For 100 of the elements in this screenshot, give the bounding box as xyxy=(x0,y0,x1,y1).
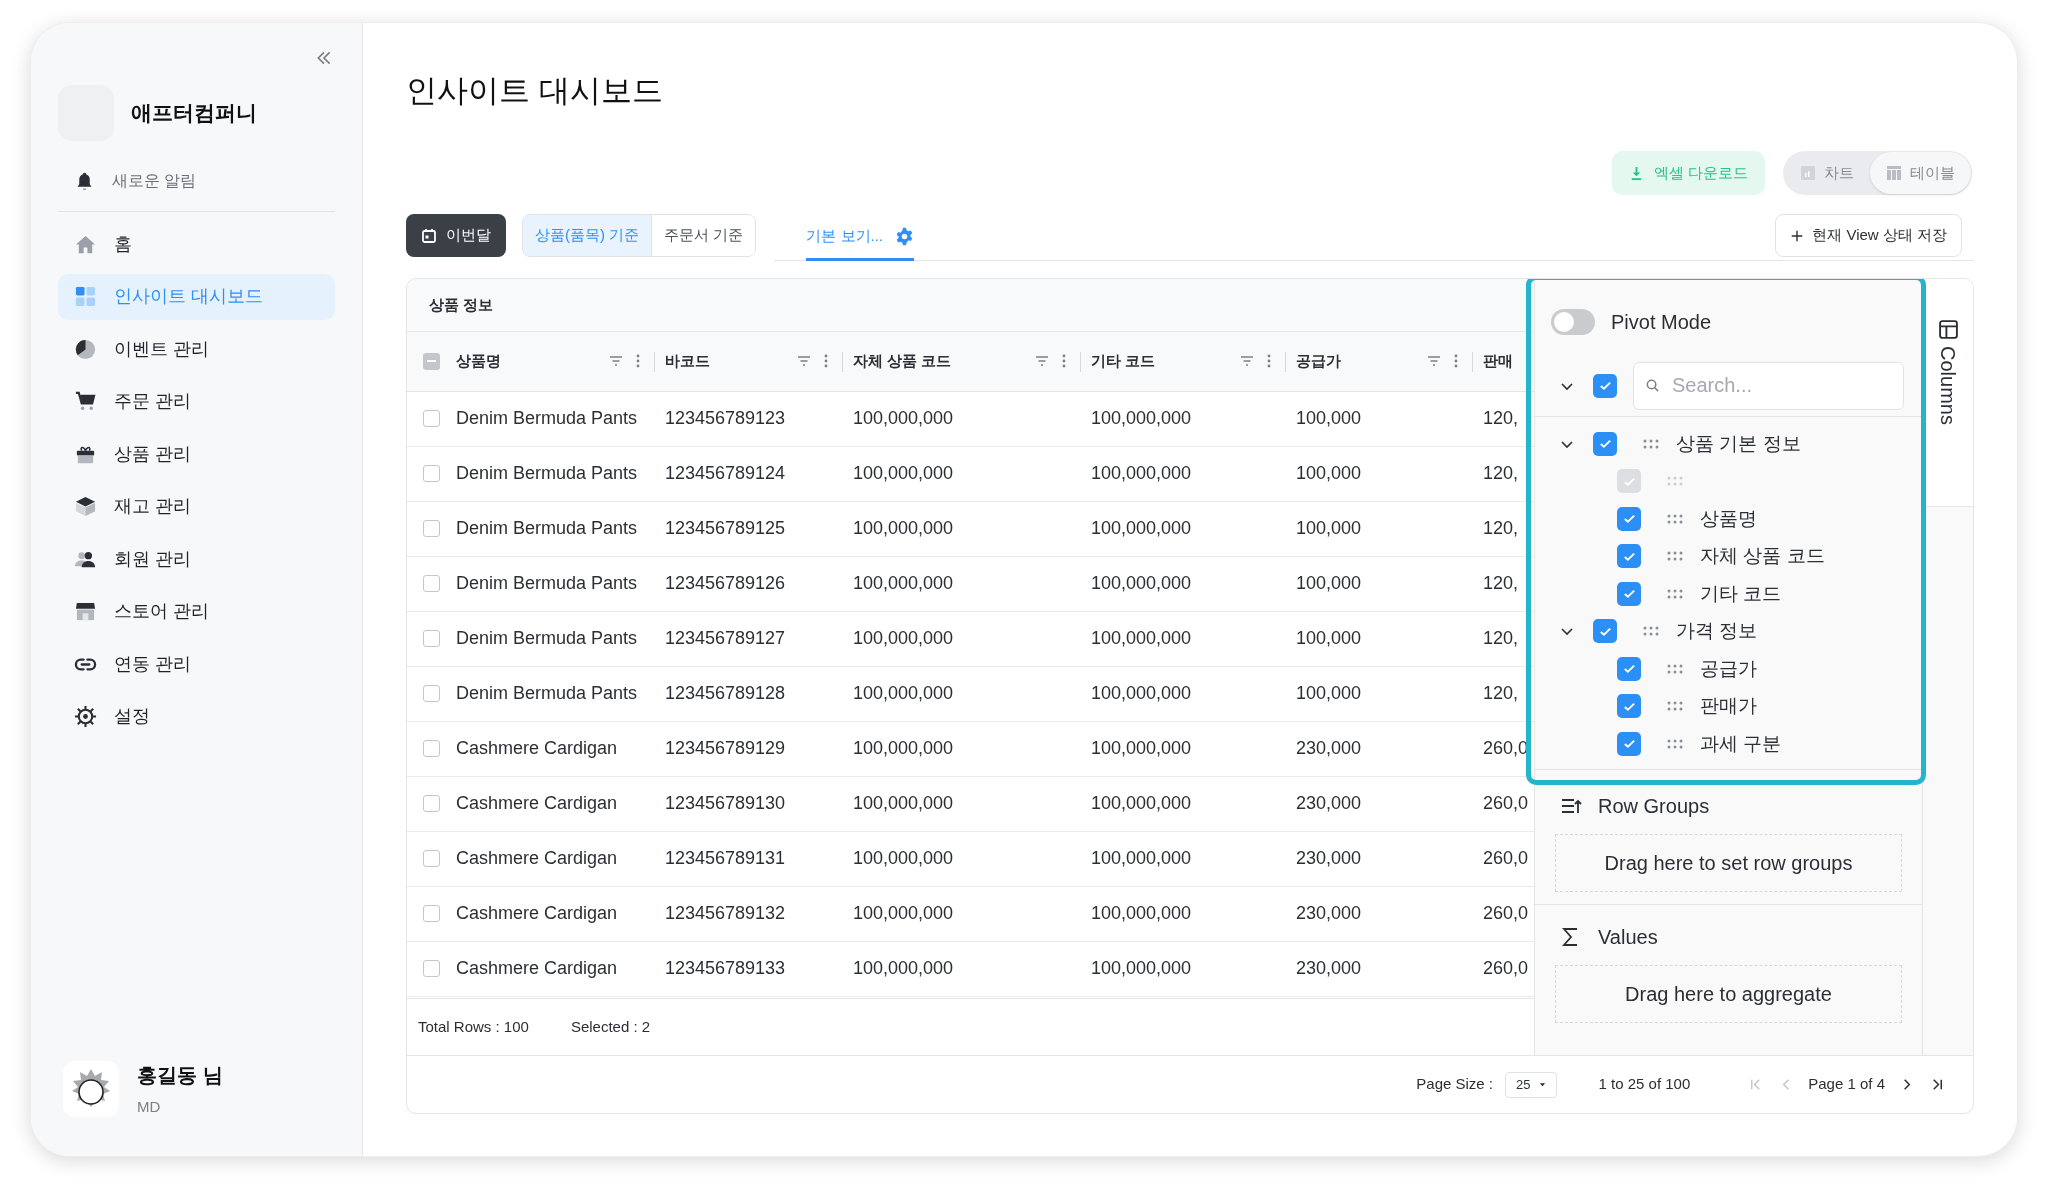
checkbox[interactable] xyxy=(1617,544,1641,569)
save-view-button[interactable]: 현재 View 상태 저장 xyxy=(1775,214,1962,257)
column-header[interactable]: 자체 상품 코드 xyxy=(853,350,952,373)
segment-option[interactable]: 주문서 기준 xyxy=(651,215,756,256)
drop-zone[interactable]: Drag here to aggregate xyxy=(1555,964,1902,1023)
table-icon xyxy=(1937,319,1959,340)
total-rows-label: Total Rows : 100 xyxy=(418,1016,529,1037)
drag-handle-icon[interactable] xyxy=(1667,738,1683,749)
more-icon[interactable] xyxy=(1454,353,1458,370)
table-cell-text: 100,000,000 xyxy=(853,792,954,816)
store-icon xyxy=(74,600,97,623)
table-cell-text: 123456789125 xyxy=(665,517,786,541)
more-icon[interactable] xyxy=(1062,353,1066,370)
more-icon[interactable] xyxy=(824,353,828,370)
pivot-mode-switch[interactable] xyxy=(1551,309,1595,335)
table-cell-text: 100,000,000 xyxy=(1091,407,1192,431)
row-checkbox[interactable] xyxy=(423,795,440,813)
search-field[interactable]: Search... xyxy=(1633,361,1904,410)
values-label: Values xyxy=(1598,924,1658,950)
pivot-mode-label: Pivot Mode xyxy=(1611,310,1712,335)
checkbox[interactable] xyxy=(1593,619,1617,644)
drag-handle-icon[interactable] xyxy=(1667,701,1683,712)
table-cell-text: 100,000,000 xyxy=(853,847,954,871)
nav-item[interactable]: 설정 xyxy=(58,693,335,740)
checkbox[interactable] xyxy=(1617,506,1641,531)
table-cell-text: Cashmere Cardigan xyxy=(456,957,618,981)
nav-item[interactable]: 재고 관리 xyxy=(58,483,335,530)
row-checkbox[interactable] xyxy=(423,850,440,868)
table-cell-text: 123456789129 xyxy=(665,737,786,761)
row-checkbox[interactable] xyxy=(423,905,440,923)
nav-item[interactable]: 연동 관리 xyxy=(58,641,335,687)
table-cell-text: 230,000 xyxy=(1296,847,1362,871)
drag-handle-icon[interactable] xyxy=(1667,663,1683,674)
table-cell-text: 100,000,000 xyxy=(853,462,954,486)
user-name: 홍길동 님 xyxy=(137,1062,223,1088)
nav-item[interactable]: 회원 관리 xyxy=(58,536,335,582)
checkbox[interactable] xyxy=(1593,373,1617,398)
table-cell-text: 123456789127 xyxy=(665,627,786,651)
drag-handle-icon[interactable] xyxy=(1667,513,1683,524)
page-size-label: Page Size : xyxy=(1416,1074,1494,1095)
column-label: 과세 구분 xyxy=(1700,731,1782,756)
checkbox[interactable] xyxy=(1593,431,1617,456)
settings-icon xyxy=(74,705,97,728)
drop-zone[interactable]: Drag here to set row groups xyxy=(1555,833,1902,892)
table-cell-text: Denim Bermuda Pants xyxy=(456,627,638,651)
table-cell-text: 100,000,000 xyxy=(1091,792,1192,816)
calendar-icon xyxy=(421,227,437,244)
column-header[interactable]: 기타 코드 xyxy=(1091,350,1156,373)
column-header[interactable]: 판매 xyxy=(1483,350,1513,373)
row-checkbox[interactable] xyxy=(423,465,440,483)
row-checkbox[interactable] xyxy=(423,410,440,428)
drag-handle-icon[interactable] xyxy=(1667,588,1683,599)
drag-handle-icon[interactable] xyxy=(1643,626,1659,637)
settings-icon[interactable] xyxy=(895,226,914,246)
select-all-checkbox[interactable] xyxy=(423,352,440,370)
table-cell-text: 123456789130 xyxy=(665,792,786,816)
checkbox[interactable] xyxy=(1617,694,1641,719)
table-cell-text: 230,000 xyxy=(1296,792,1362,816)
row-checkbox[interactable] xyxy=(423,685,440,703)
period-button[interactable]: 이번달 xyxy=(406,214,506,257)
more-icon[interactable] xyxy=(1267,353,1271,370)
page-size-select[interactable]: 25 xyxy=(1505,1071,1557,1098)
nav-item[interactable]: 주문 관리 xyxy=(58,378,335,425)
table-cell-text: 100,000,000 xyxy=(853,737,954,761)
nav-item[interactable]: 상품 관리 xyxy=(58,431,335,477)
notification-link[interactable]: 새로운 알림 xyxy=(112,169,197,193)
column-label: 판매가 xyxy=(1700,694,1757,718)
table-cell-text: Denim Bermuda Pants xyxy=(456,407,638,431)
drag-handle-icon[interactable] xyxy=(1643,438,1659,449)
selected-count-label: Selected : 2 xyxy=(570,1016,651,1037)
table-cell-text: 230,000 xyxy=(1296,737,1362,761)
table-cell-text: 100,000,000 xyxy=(1091,572,1192,596)
column-header[interactable]: 공급가 xyxy=(1296,350,1341,373)
table-cell-text: 100,000 xyxy=(1296,407,1362,431)
row-checkbox[interactable] xyxy=(423,630,440,648)
drag-handle-icon[interactable] xyxy=(1667,551,1683,562)
table-cell-text: 100,000,000 xyxy=(853,682,954,706)
column-header[interactable]: 상품명 xyxy=(456,350,501,373)
collapse-icon[interactable] xyxy=(315,49,333,67)
more-icon[interactable] xyxy=(636,353,640,370)
checkbox[interactable] xyxy=(1617,656,1641,681)
row-checkbox[interactable] xyxy=(423,740,440,758)
table-cell-text: 100,000,000 xyxy=(853,572,954,596)
table-cell-text: 260,0 xyxy=(1483,957,1529,981)
table-cell-text: 100,000,000 xyxy=(1091,682,1192,706)
pie-chart-icon xyxy=(74,337,97,361)
last-page-icon[interactable] xyxy=(1930,1077,1945,1092)
checkbox[interactable] xyxy=(1617,731,1641,756)
column-header[interactable]: 바코드 xyxy=(665,350,710,373)
checkbox[interactable] xyxy=(1617,581,1641,606)
row-checkbox[interactable] xyxy=(423,960,440,978)
row-checkbox[interactable] xyxy=(423,575,440,593)
nav-item[interactable]: 스토어 관리 xyxy=(58,588,335,635)
nav-item[interactable]: 이벤트 관리 xyxy=(58,326,335,372)
table-cell-text: 123456789126 xyxy=(665,572,786,596)
table-cell-text: 100,000 xyxy=(1296,517,1362,541)
nav-item[interactable]: 홈 xyxy=(58,221,335,267)
row-checkbox[interactable] xyxy=(423,520,440,538)
table-cell-text: 123456789123 xyxy=(665,407,786,431)
page-indicator: Page 1 of 4 xyxy=(1808,1074,1885,1095)
